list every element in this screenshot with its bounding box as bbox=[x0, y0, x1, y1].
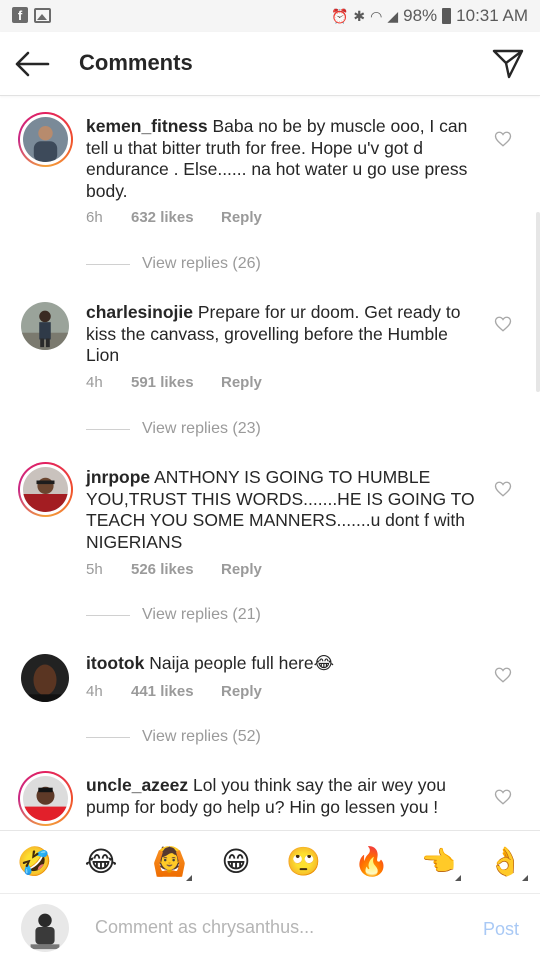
comment-likes[interactable]: 632 likes bbox=[131, 209, 221, 226]
avatar bbox=[21, 904, 69, 952]
reply-button[interactable]: Reply bbox=[221, 683, 262, 700]
comment-age: 6h bbox=[86, 209, 103, 226]
view-replies-link[interactable]: View replies (26) bbox=[86, 255, 261, 273]
heart-icon[interactable] bbox=[494, 130, 512, 148]
heart-icon[interactable] bbox=[494, 666, 512, 684]
battery-icon bbox=[442, 8, 452, 24]
comment-body: Naija people full here😂 bbox=[149, 653, 335, 673]
gesture-ok-emoji-icon[interactable]: 🙆 bbox=[152, 845, 192, 881]
rofl-emoji-icon[interactable]: 🤣 bbox=[17, 845, 52, 879]
avatar[interactable] bbox=[18, 112, 73, 167]
view-replies-label: View replies (52) bbox=[142, 728, 261, 745]
comment-username[interactable]: uncle_azeez bbox=[86, 775, 188, 795]
pointing-hand-emoji-icon[interactable]: 👈 bbox=[421, 845, 461, 881]
comment-text: uncle_azeez Lol you think say the air we… bbox=[86, 775, 476, 818]
page-title: Comments bbox=[79, 50, 193, 75]
view-replies-label: View replies (23) bbox=[142, 420, 261, 437]
avatar[interactable] bbox=[18, 462, 73, 517]
comment-username[interactable]: itootok bbox=[86, 653, 144, 673]
arrow-left-icon[interactable] bbox=[14, 50, 50, 78]
reply-button[interactable]: Reply bbox=[221, 374, 262, 391]
comment-likes[interactable]: 441 likes bbox=[131, 683, 221, 700]
comment-text: jnrpope ANTHONY IS GOING TO HUMBLE YOU,T… bbox=[86, 467, 476, 553]
clock: 10:31 AM bbox=[456, 6, 528, 25]
post-button[interactable]: Post bbox=[483, 919, 519, 940]
comment-username[interactable]: kemen_fitness bbox=[86, 116, 208, 136]
signal-icon: ◢ bbox=[387, 7, 399, 24]
heart-icon[interactable] bbox=[494, 480, 512, 498]
fire-emoji-icon[interactable]: 🔥 bbox=[354, 845, 389, 879]
avatar[interactable] bbox=[18, 771, 73, 826]
wifi-icon: ◠ bbox=[370, 7, 383, 24]
reply-button[interactable]: Reply bbox=[221, 209, 262, 226]
facebook-icon: f bbox=[12, 7, 28, 23]
comment-text: itootok Naija people full here😂 bbox=[86, 653, 476, 675]
comment-username[interactable]: charlesinojie bbox=[86, 302, 193, 322]
view-replies-link[interactable]: View replies (23) bbox=[86, 420, 261, 438]
avatar[interactable] bbox=[21, 654, 69, 702]
view-replies-link[interactable]: View replies (52) bbox=[86, 728, 261, 746]
alarm-icon: ⏰ bbox=[330, 7, 349, 24]
reply-button[interactable]: Reply bbox=[221, 561, 262, 578]
ok-hand-emoji-icon[interactable]: 👌 bbox=[488, 845, 528, 881]
comment-text: charlesinojie Prepare for ur doom. Get r… bbox=[86, 302, 476, 367]
view-replies-label: View replies (21) bbox=[142, 606, 261, 623]
view-replies-label: View replies (26) bbox=[142, 255, 261, 272]
comment-likes[interactable]: 591 likes bbox=[131, 374, 221, 391]
gallery-icon bbox=[34, 8, 51, 23]
avatar[interactable] bbox=[21, 302, 69, 350]
comment-age: 4h bbox=[86, 683, 103, 700]
header: Comments bbox=[0, 32, 540, 96]
emoji-quick-bar: 🤣 😂 🙆 😁 🙄 🔥 👈 👌 bbox=[0, 830, 540, 893]
comment-list[interactable]: kemen_fitness Baba no be by muscle ooo, … bbox=[0, 96, 540, 830]
view-replies-link[interactable]: View replies (21) bbox=[86, 606, 261, 624]
comment-username[interactable]: jnrpope bbox=[86, 467, 150, 487]
paper-plane-icon[interactable] bbox=[492, 48, 524, 80]
bluetooth-icon: ✱ bbox=[353, 7, 366, 24]
heart-icon[interactable] bbox=[494, 788, 512, 806]
heart-icon[interactable] bbox=[494, 315, 512, 333]
status-bar: f ⏰ ✱ ◠ ◢ 98% 10:31 AM bbox=[0, 0, 540, 32]
battery-percent: 98% bbox=[403, 6, 438, 25]
scrollbar[interactable] bbox=[536, 212, 540, 392]
comment-likes[interactable]: 526 likes bbox=[131, 561, 221, 578]
comment-age: 4h bbox=[86, 374, 103, 391]
comment-age: 5h bbox=[86, 561, 103, 578]
comment-text: kemen_fitness Baba no be by muscle ooo, … bbox=[86, 116, 476, 202]
eye-roll-emoji-icon[interactable]: 🙄 bbox=[286, 845, 321, 879]
joy-emoji-icon[interactable]: 😂 bbox=[84, 845, 118, 879]
comment-input[interactable] bbox=[95, 917, 395, 938]
comment-compose-bar: Post bbox=[0, 893, 540, 960]
grin-emoji-icon[interactable]: 😁 bbox=[219, 845, 253, 879]
